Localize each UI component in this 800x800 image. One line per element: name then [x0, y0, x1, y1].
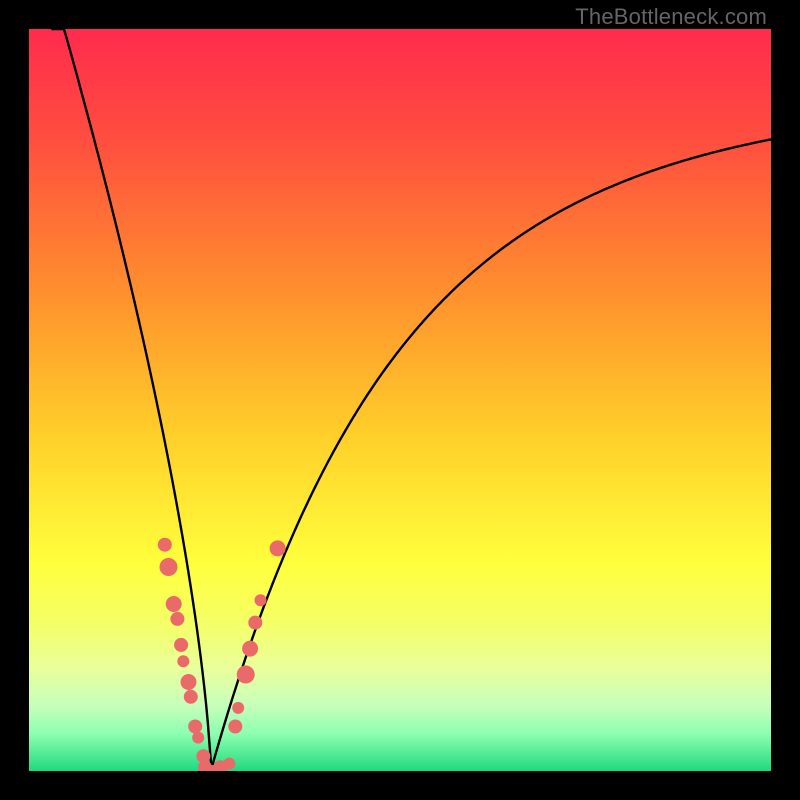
data-marker: [270, 540, 286, 556]
data-marker: [166, 596, 182, 612]
frame-border-right: [771, 0, 800, 800]
data-marker: [170, 612, 184, 626]
data-marker: [255, 594, 267, 606]
gradient-background: [29, 29, 771, 771]
data-marker: [248, 616, 262, 630]
frame-border-bottom: [0, 771, 800, 800]
data-marker: [242, 641, 258, 657]
data-marker: [192, 732, 204, 744]
frame-border-left: [0, 0, 29, 800]
plot-svg: [29, 29, 771, 771]
data-marker: [158, 538, 172, 552]
data-marker: [177, 655, 189, 667]
data-marker: [232, 702, 244, 714]
chart-frame: TheBottleneck.com: [0, 0, 800, 800]
plot-area: [29, 29, 771, 771]
data-marker: [181, 674, 197, 690]
data-marker: [228, 720, 242, 734]
data-marker: [237, 666, 255, 684]
data-marker: [184, 690, 198, 704]
data-marker: [174, 638, 188, 652]
data-marker: [160, 558, 178, 576]
data-marker: [223, 758, 235, 770]
data-marker: [188, 720, 202, 734]
watermark-text: TheBottleneck.com: [575, 4, 767, 30]
